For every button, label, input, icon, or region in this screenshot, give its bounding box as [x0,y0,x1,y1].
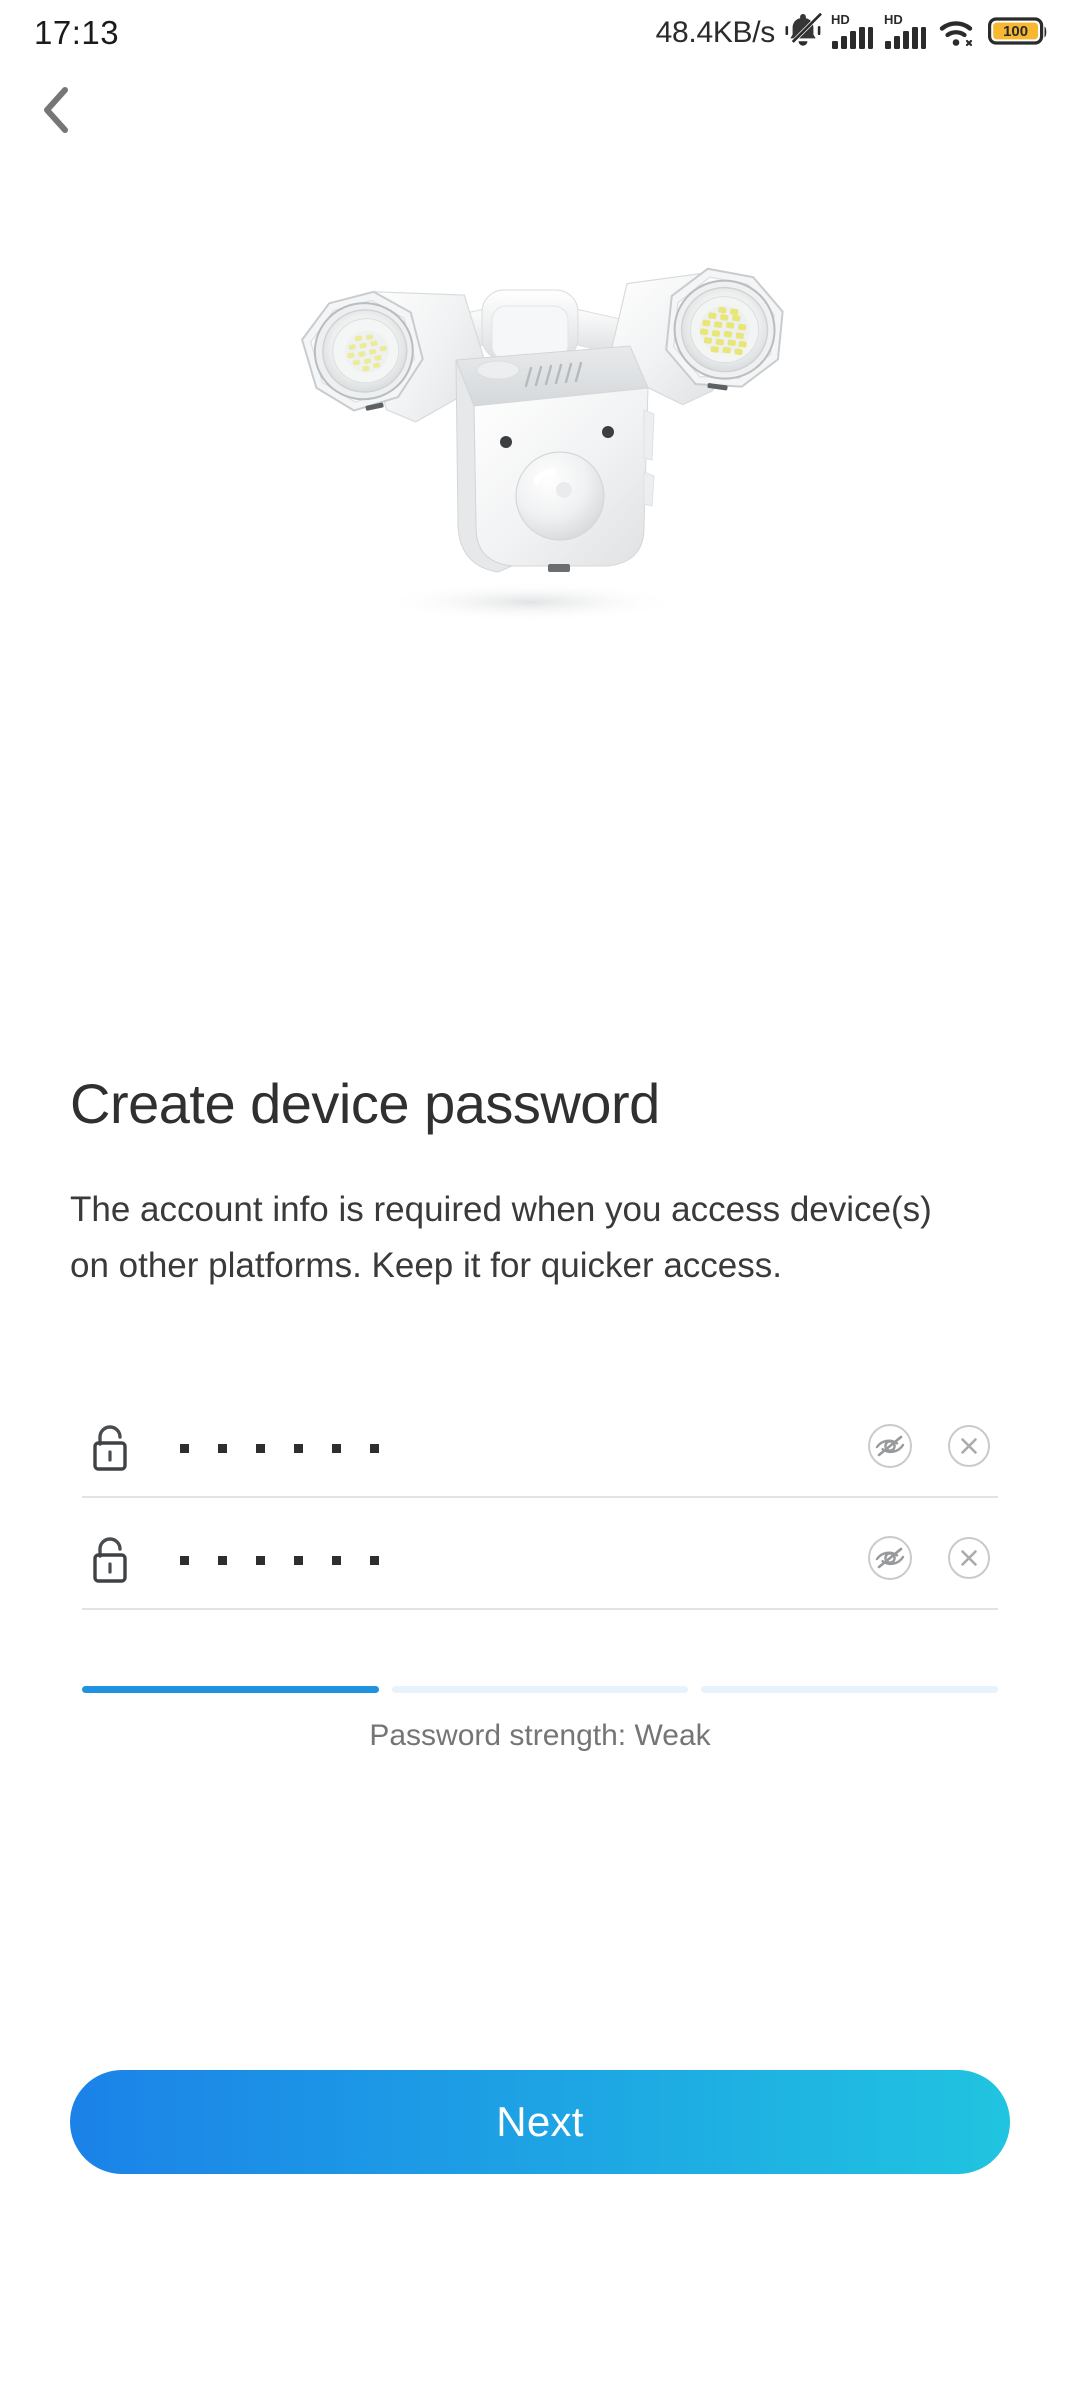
strength-segment-3 [701,1686,999,1693]
password-strength-label: Password strength: Weak [369,1719,711,1752]
strength-segment-1 [82,1686,379,1693]
confirm-password-field-actions [864,1532,998,1589]
wifi-icon [937,11,979,56]
password-dot [332,1555,341,1565]
lock-icon [82,1420,138,1476]
hd-signal-icon-1: HD [831,11,875,56]
password-dot [180,1443,189,1453]
app-screen: 17:13 48.4KB/s HD HD 100 Create device p… [0,0,1080,2400]
device-image [300,267,784,622]
next-button[interactable]: Next [70,2070,1010,2174]
battery-icon: 100 [988,13,1050,54]
network-speed-label: 48.4KB/s [655,16,776,49]
battery-level-text: 100 [1003,23,1028,40]
page-title: Create device password [70,1072,660,1135]
confirm-password-field-underline [82,1608,998,1610]
password-strength-bars [82,1686,999,1693]
page-description: The account info is required when you ac… [70,1190,932,1285]
hd-signal-icon-2: HD [884,11,928,56]
status-bar-icons: 48.4KB/s HD HD 100 [656,11,1050,56]
hd-text-2: HD [884,12,903,27]
floodlight-camera-illustration [0,205,1080,635]
password-dot [294,1443,303,1453]
password-field-underline [82,1496,998,1498]
password-dot [256,1443,265,1453]
eye-off-icon[interactable] [864,1420,916,1477]
status-bar-clock: 17:13 [34,14,120,51]
lock-icon [82,1532,138,1588]
eye-off-icon[interactable] [864,1532,916,1589]
confirm-password-field-row[interactable] [82,1512,998,1608]
password-dot [294,1555,303,1565]
password-dot [370,1555,379,1565]
password-dot [218,1555,227,1565]
password-dot [256,1555,265,1565]
password-dot [180,1555,189,1565]
password-masked-value[interactable] [138,1443,864,1453]
chevron-left-icon [35,82,79,143]
clear-circle-icon[interactable] [944,1421,994,1476]
confirm-password-masked-value[interactable] [138,1555,864,1565]
strength-segment-2 [391,1686,689,1693]
password-field-row[interactable] [82,1400,998,1496]
back-button[interactable] [14,72,100,152]
password-dot [370,1443,379,1453]
hd-text-1: HD [831,12,850,27]
password-dot [218,1443,227,1453]
password-strength: Password strength: Weak [82,1686,999,1753]
bell-muted-icon [784,11,824,56]
password-field-actions [864,1420,998,1477]
password-dot [332,1443,341,1453]
clear-circle-icon[interactable] [944,1533,994,1588]
status-bar: 17:13 48.4KB/s HD HD 100 [0,0,1080,66]
